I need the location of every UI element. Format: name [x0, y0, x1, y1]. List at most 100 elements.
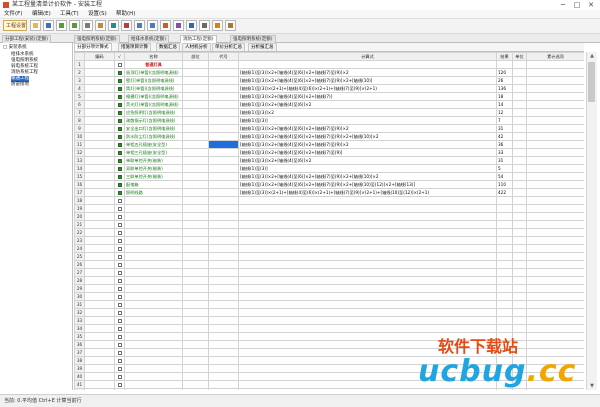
row-index[interactable]: 28 [74, 276, 85, 285]
move-down-button[interactable] [147, 20, 158, 31]
symbol-cell[interactable] [208, 196, 239, 205]
name-cell[interactable]: 壁灯(单管)(含照明电源线) [124, 76, 183, 85]
accumulate-cell[interactable] [526, 188, 584, 197]
accumulate-cell[interactable] [526, 268, 584, 277]
sub-tab-2[interactable]: 措施项目计算 [118, 43, 151, 51]
name-cell[interactable] [124, 316, 183, 325]
close-button[interactable]: ✕ [584, 0, 598, 10]
row-checkbox[interactable] [117, 182, 122, 187]
symbol-cell[interactable] [208, 84, 239, 93]
name-cell[interactable] [124, 340, 183, 349]
location-cell[interactable] [182, 68, 209, 77]
check-cell[interactable] [114, 60, 125, 69]
table-row[interactable]: 26 [74, 260, 584, 269]
table-row[interactable]: 28 [74, 276, 584, 285]
table-row[interactable]: 8 疏散指示灯(含照明电源线) [轴线(1)至(3)] 7 [74, 116, 584, 125]
table-row[interactable]: 18 [74, 196, 584, 205]
formula-cell[interactable] [238, 284, 497, 293]
result-cell[interactable] [496, 292, 513, 301]
symbol-cell[interactable] [208, 140, 239, 149]
location-cell[interactable] [182, 308, 209, 317]
unit-cell[interactable] [512, 164, 527, 173]
result-cell[interactable]: 42 [496, 132, 513, 141]
symbol-cell[interactable] [208, 340, 239, 349]
row-index[interactable]: 22 [74, 228, 85, 237]
location-cell[interactable] [182, 220, 209, 229]
code-cell[interactable] [84, 140, 115, 149]
location-cell[interactable] [182, 180, 209, 189]
accumulate-cell[interactable] [526, 76, 584, 85]
doc-tab-3[interactable]: 给排水系统(定额) [128, 35, 170, 43]
row-index[interactable]: 14 [74, 164, 85, 173]
check-cell[interactable] [114, 220, 125, 229]
accumulate-cell[interactable] [526, 316, 584, 325]
code-cell[interactable] [84, 76, 115, 85]
accumulate-cell[interactable] [526, 308, 584, 317]
accumulate-cell[interactable] [526, 84, 584, 93]
code-cell[interactable] [84, 60, 115, 69]
name-cell[interactable] [124, 284, 183, 293]
row-index[interactable]: 34 [74, 324, 85, 333]
location-cell[interactable] [182, 284, 209, 293]
symbol-cell[interactable] [208, 132, 239, 141]
result-cell[interactable] [496, 300, 513, 309]
row-index[interactable]: 25 [74, 252, 85, 261]
formula-cell[interactable]: [轴线(1)至(3)]×2+[轴线(4)至(6)]×2+[轴线(7)至(9)]×… [238, 172, 497, 181]
name-cell[interactable]: 吸顶灯(单管)(含照明电源线) [124, 68, 183, 77]
unit-cell[interactable] [512, 268, 527, 277]
check-cell[interactable] [114, 116, 125, 125]
check-cell[interactable] [114, 388, 125, 390]
row-checkbox[interactable] [117, 94, 122, 99]
symbol-cell[interactable] [208, 380, 239, 389]
row-index[interactable]: 5 [74, 92, 85, 101]
col-header-name[interactable]: 名称 [124, 52, 183, 61]
location-cell[interactable] [182, 148, 209, 157]
row-index[interactable]: 18 [74, 196, 85, 205]
unit-cell[interactable] [512, 276, 527, 285]
code-cell[interactable] [84, 164, 115, 173]
accumulate-cell[interactable] [526, 252, 584, 261]
row-index[interactable]: 35 [74, 332, 85, 341]
unit-cell[interactable] [512, 156, 527, 165]
symbol-cell[interactable] [208, 92, 239, 101]
formula-cell[interactable] [238, 196, 497, 205]
unit-cell[interactable] [512, 260, 527, 269]
formula-cell[interactable]: [轴线(1)至(3)]×2 [238, 108, 497, 117]
table-row[interactable]: 2 吸顶灯(单管)(含照明电源线) [轴线(1)至(3)]×2+[轴线(4)至(6)… [74, 68, 584, 77]
location-cell[interactable] [182, 380, 209, 389]
table-row[interactable]: 22 [74, 228, 584, 237]
row-index[interactable]: 26 [74, 260, 85, 269]
table-row[interactable]: 10 防水防尘灯(含照明电源线) [轴线(1)至(3)]×2+[轴线(4)至(6)]… [74, 132, 584, 141]
formula-cell[interactable] [238, 60, 497, 69]
table-row[interactable]: 4 筒灯(单管)(含照明电源线) [轴线(1)至(3)]×(2+1)+[轴线(4)至… [74, 84, 584, 93]
symbol-cell[interactable] [208, 156, 239, 165]
name-cell[interactable] [124, 204, 183, 213]
unit-cell[interactable] [512, 212, 527, 221]
maximize-button[interactable]: □ [570, 0, 584, 10]
col-header-check[interactable]: √ [114, 52, 125, 61]
check-cell[interactable] [114, 348, 125, 357]
symbol-cell[interactable] [208, 292, 239, 301]
formula-cell[interactable]: [轴线(1)至(3)]×2+[轴线(4)至(6)]×2+[轴线(7)至(9)]×… [238, 76, 497, 85]
check-cell[interactable] [114, 260, 125, 269]
code-cell[interactable] [84, 348, 115, 357]
paste-button[interactable] [95, 20, 106, 31]
move-up-button[interactable] [134, 20, 145, 31]
menu-help[interactable]: 帮助(H) [116, 10, 135, 18]
symbol-cell[interactable] [208, 68, 239, 77]
accumulate-cell[interactable] [526, 100, 584, 109]
check-cell[interactable] [114, 316, 125, 325]
code-cell[interactable] [84, 148, 115, 157]
name-cell[interactable] [124, 356, 183, 365]
row-index[interactable]: 12 [74, 148, 85, 157]
result-cell[interactable]: 110 [496, 180, 513, 189]
code-cell[interactable] [84, 188, 115, 197]
unit-cell[interactable] [512, 316, 527, 325]
table-row[interactable]: 32 [74, 308, 584, 317]
table-row[interactable]: 34 [74, 324, 584, 333]
sub-tab-1[interactable]: 分部分项计算式 [74, 43, 112, 51]
formula-cell[interactable]: [轴线(1)至(3)]×(2+1)+[轴线(4)至(6)]×(2+1)+[轴线(… [238, 188, 497, 197]
location-cell[interactable] [182, 372, 209, 381]
row-checkbox[interactable] [117, 254, 122, 259]
symbol-cell[interactable] [208, 220, 239, 229]
